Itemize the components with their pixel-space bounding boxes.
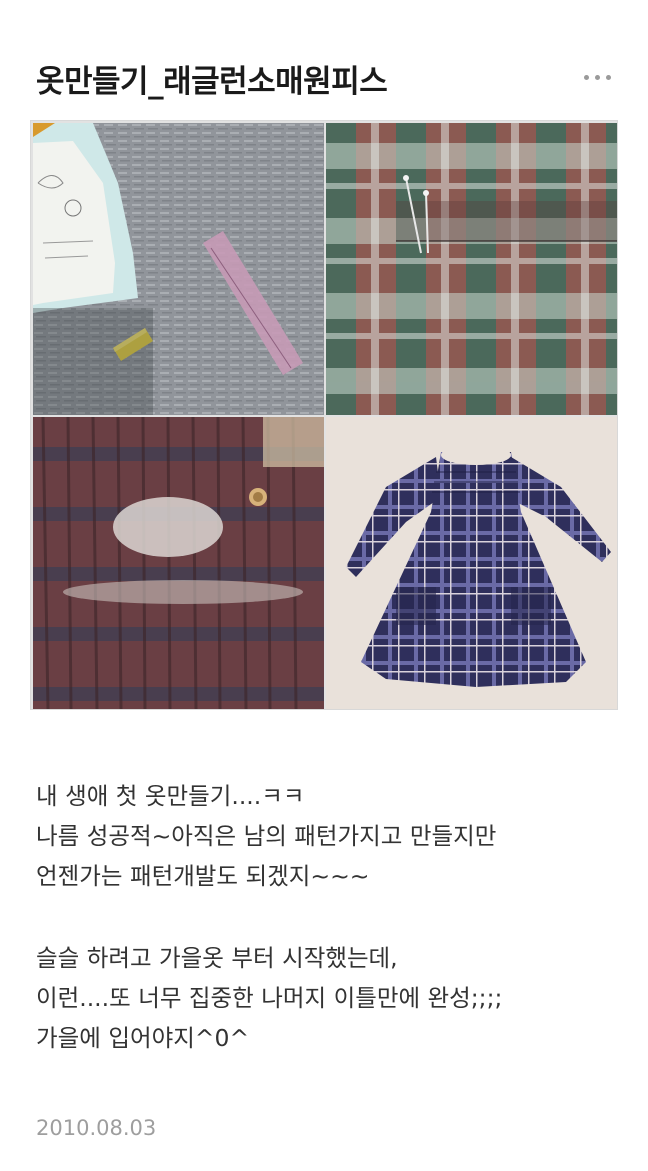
body-line: 언젠가는 패턴개발도 되겠지~~~ (36, 862, 370, 890)
post-date: 2010.08.03 (36, 1116, 157, 1140)
photo-pattern-tools[interactable] (33, 123, 324, 415)
more-dot (605, 74, 611, 80)
more-options-button[interactable] (574, 60, 620, 94)
body-line: 나름 성공적~아직은 남의 패턴가지고 만들지만 (36, 822, 497, 850)
post-title: 옷만들기_래글런소매원피스 (36, 64, 388, 100)
post-body: 내 생애 첫 옷만들기....ㅋㅋ 나름 성공적~아직은 남의 패턴가지고 만들… (36, 776, 626, 1058)
body-line: 가을에 입어야지^0^ (36, 1024, 250, 1052)
photo-fabric-pinned[interactable] (326, 123, 617, 415)
body-line: 슬슬 하려고 가을옷 부터 시작했는데, (36, 944, 398, 972)
photo-finished-dress[interactable] (326, 417, 617, 709)
more-horizontal-icon (583, 74, 589, 80)
post-header: 옷만들기_래글런소매원피스 (0, 0, 648, 120)
more-dot (594, 74, 600, 80)
photo-neckline-closeup[interactable] (33, 417, 324, 709)
body-line: 이런....또 너무 집중한 나머지 이틀만에 완성;;;; (36, 984, 503, 1012)
body-line: 내 생애 첫 옷만들기....ㅋㅋ (36, 782, 305, 810)
photo-grid (30, 120, 618, 710)
